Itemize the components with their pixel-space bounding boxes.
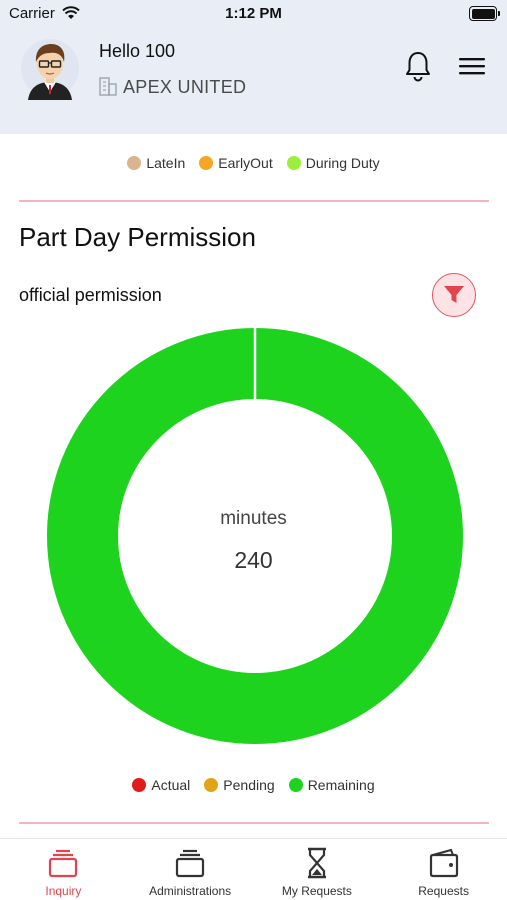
tab-inquiry[interactable]: Inquiry bbox=[0, 839, 127, 900]
legend-item-during-duty[interactable]: During Duty bbox=[286, 155, 380, 171]
hamburger-menu-icon[interactable] bbox=[459, 56, 485, 76]
legend-label: Remaining bbox=[307, 777, 375, 793]
app-header: Carrier 1:12 PM Hello 100 APEX UNITED bbox=[0, 0, 507, 134]
donut-chart bbox=[47, 328, 463, 744]
clock: 1:12 PM bbox=[225, 5, 282, 22]
bottom-tab-bar: Inquiry Administrations My Requests Requ… bbox=[0, 838, 507, 900]
tab-label: Requests bbox=[418, 884, 469, 898]
tab-administrations[interactable]: Administrations bbox=[127, 839, 254, 900]
legend-label: LateIn bbox=[146, 155, 186, 171]
section-divider bbox=[19, 200, 489, 202]
filter-funnel-icon bbox=[444, 286, 464, 303]
inbox-stack-icon bbox=[49, 849, 78, 878]
legend-dot bbox=[199, 156, 214, 170]
donut-slice-remaining[interactable] bbox=[47, 328, 463, 744]
filter-button[interactable] bbox=[432, 273, 476, 317]
legend-item-latein[interactable]: LateIn bbox=[127, 155, 185, 171]
legend-label: During Duty bbox=[305, 155, 380, 171]
legend-label: Actual bbox=[151, 777, 191, 793]
section-subtitle: official permission bbox=[19, 285, 162, 305]
chart-center-label: minutes bbox=[220, 508, 287, 529]
section-divider bbox=[19, 822, 489, 824]
tab-label: Inquiry bbox=[45, 884, 82, 898]
battery-icon bbox=[469, 6, 500, 21]
chart-center-value: 240 bbox=[234, 547, 273, 573]
legend-item-earlyout[interactable]: EarlyOut bbox=[199, 155, 273, 171]
legend-dot bbox=[127, 156, 142, 170]
legend-dot bbox=[204, 778, 219, 792]
legend-dot bbox=[132, 778, 147, 792]
organization-name: APEX UNITED bbox=[123, 77, 247, 97]
legend-item-remaining[interactable]: Remaining bbox=[288, 777, 375, 793]
status-bar: Carrier 1:12 PM bbox=[0, 0, 507, 28]
hourglass-icon bbox=[307, 847, 326, 879]
legend-dot bbox=[286, 156, 301, 170]
attendance-legend: LateIn EarlyOut During Duty bbox=[0, 155, 507, 171]
building-icon bbox=[99, 77, 117, 96]
tab-requests[interactable]: Requests bbox=[380, 839, 507, 900]
chart-legend: Actual Pending Remaining bbox=[0, 777, 507, 793]
bell-icon[interactable] bbox=[404, 50, 432, 82]
cards-stack-icon bbox=[176, 849, 205, 878]
legend-item-actual[interactable]: Actual bbox=[132, 777, 190, 793]
legend-label: EarlyOut bbox=[218, 155, 273, 171]
tab-label: My Requests bbox=[281, 884, 352, 898]
section-title: Part Day Permission bbox=[19, 222, 256, 252]
legend-dot bbox=[288, 778, 303, 792]
legend-item-pending[interactable]: Pending bbox=[204, 777, 275, 793]
tab-my-requests[interactable]: My Requests bbox=[254, 839, 381, 900]
greeting-text: Hello 100 bbox=[99, 41, 176, 61]
legend-label: Pending bbox=[223, 777, 275, 793]
tab-label: Administrations bbox=[149, 884, 232, 898]
avatar[interactable] bbox=[20, 38, 80, 100]
wallet-icon bbox=[429, 848, 458, 878]
